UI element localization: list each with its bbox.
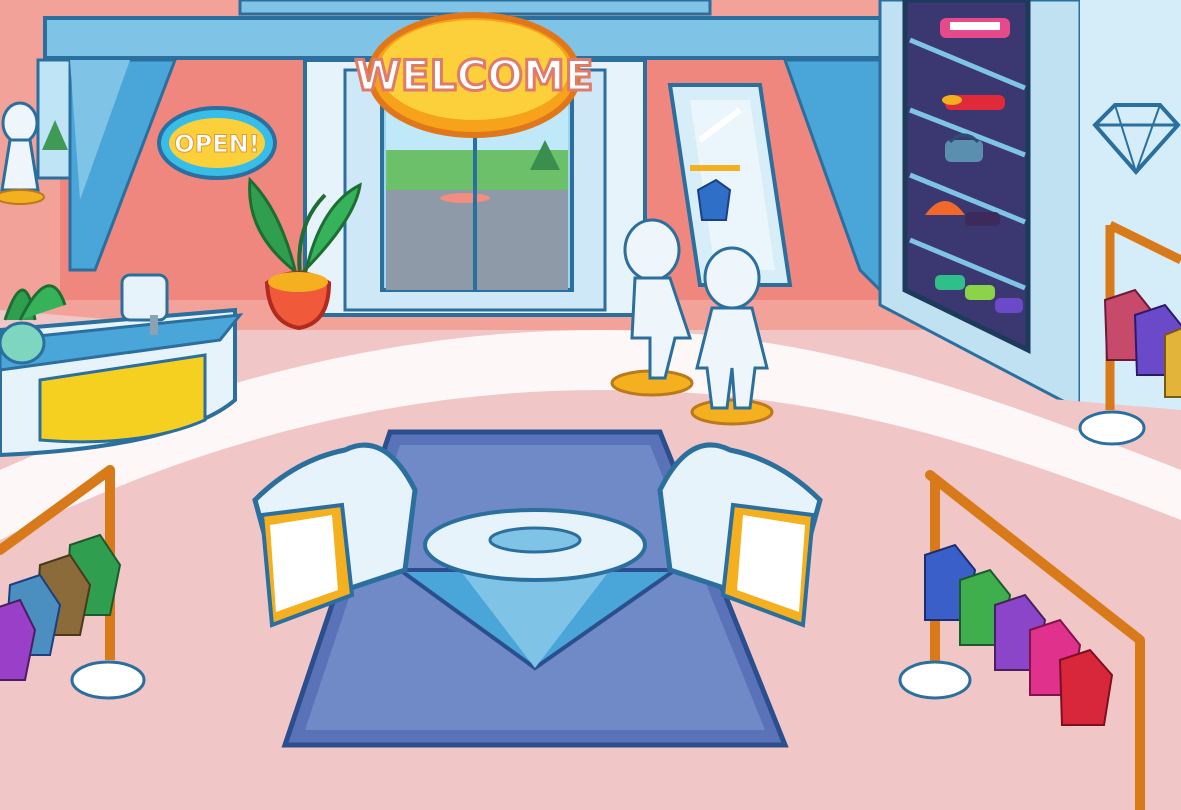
shelf-item-flats[interactable] [942,95,1005,110]
scene-canvas: WELCOME OPEN! [0,0,1181,810]
shelf-item-sneakers[interactable] [940,18,1010,38]
welcome-text: WELCOME [355,51,594,100]
door-mat [440,193,490,203]
open-sign: OPEN! [157,106,277,180]
open-text: OPEN! [174,130,259,158]
store-scene: WELCOME OPEN! [0,0,1181,810]
shoe-shelf [902,0,1031,355]
left-window [36,58,72,180]
ceiling-top [238,0,712,16]
